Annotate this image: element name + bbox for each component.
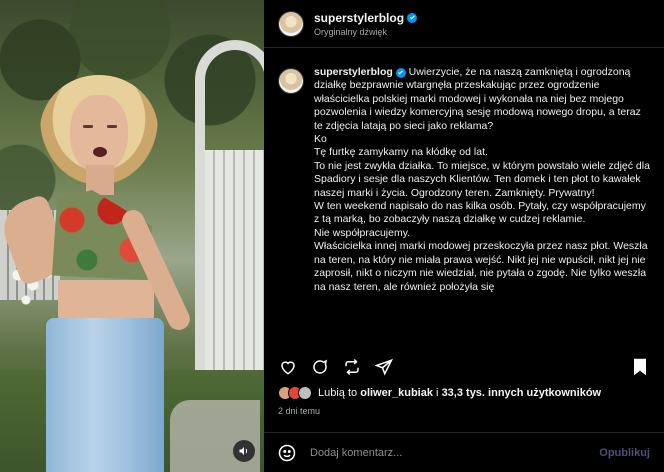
share-button[interactable] bbox=[374, 357, 394, 377]
caption-text: superstylerblog Uwierzycie, że na naszą … bbox=[314, 66, 650, 348]
like-button[interactable] bbox=[278, 357, 298, 377]
person-mouth bbox=[93, 147, 107, 157]
likes-middle: i bbox=[436, 387, 439, 399]
caption-line: superstylerblog Uwierzycie, że na naszą … bbox=[314, 66, 650, 133]
share-icon bbox=[375, 358, 393, 376]
repost-button[interactable] bbox=[342, 357, 362, 377]
verified-badge-icon bbox=[407, 12, 418, 23]
caption-line: W ten weekend napisało do nas kilka osób… bbox=[314, 200, 646, 226]
comment-button[interactable] bbox=[310, 357, 330, 377]
likes-prefix: Lubią to bbox=[318, 387, 358, 399]
person-eye bbox=[107, 125, 117, 128]
emoji-icon bbox=[278, 444, 296, 461]
repost-icon bbox=[345, 358, 359, 376]
username-row: superstylerblog bbox=[314, 11, 418, 25]
person-eye bbox=[83, 125, 93, 128]
post-panel: superstylerblog Oryginalny dźwięk supers… bbox=[264, 0, 664, 472]
sound-icon bbox=[239, 447, 248, 455]
reel-video[interactable] bbox=[0, 0, 264, 472]
likes-text: Lubią to oliwer_kubiak i 33,3 tys. innyc… bbox=[318, 387, 601, 399]
post-comment-button[interactable]: Opublikuj bbox=[599, 447, 650, 459]
avatar[interactable] bbox=[278, 10, 304, 37]
username-link[interactable]: superstylerblog bbox=[314, 11, 404, 25]
caption-line: Tę furtkę zamykamy na kłódkę od lat. bbox=[314, 146, 488, 159]
emoji-button[interactable] bbox=[278, 444, 296, 462]
jeans bbox=[46, 318, 164, 472]
audio-label[interactable]: Oryginalny dźwięk bbox=[314, 27, 417, 37]
add-comment-bar: Opublikuj bbox=[264, 432, 664, 472]
heart-icon bbox=[281, 361, 295, 375]
comment-input[interactable] bbox=[310, 446, 600, 459]
garden-gate bbox=[205, 150, 264, 370]
liker-avatar bbox=[298, 386, 312, 400]
caption-area: superstylerblog Uwierzycie, że na naszą … bbox=[264, 60, 664, 348]
avatar[interactable] bbox=[278, 68, 304, 94]
likes-row: Lubią to oliwer_kubiak i 33,3 tys. innyc… bbox=[278, 386, 601, 400]
caption-author[interactable]: superstylerblog bbox=[314, 66, 393, 78]
caption-line: To nie jest zwykła działka. To miejsce, … bbox=[314, 159, 650, 199]
sound-button[interactable] bbox=[233, 440, 255, 462]
save-button[interactable] bbox=[630, 357, 650, 377]
bookmark-icon bbox=[634, 358, 646, 376]
likes-others-link[interactable]: 33,3 tys. innych użytkowników bbox=[442, 387, 602, 399]
action-bar bbox=[264, 352, 664, 382]
caption-line: Ko bbox=[314, 133, 327, 146]
verified-badge-icon bbox=[395, 67, 406, 78]
post-header: superstylerblog Oryginalny dźwięk bbox=[264, 0, 664, 48]
comment-icon bbox=[313, 359, 328, 374]
post-timestamp[interactable]: 2 dni temu bbox=[278, 406, 320, 416]
person-face bbox=[70, 95, 128, 173]
header-text: superstylerblog Oryginalny dźwięk bbox=[314, 11, 418, 37]
caption-line: Nie współpracujemy. bbox=[314, 226, 411, 239]
caption-line: Właścicielka innej marki modowej przesko… bbox=[314, 240, 648, 293]
liker-username[interactable]: oliwer_kubiak bbox=[360, 387, 433, 399]
